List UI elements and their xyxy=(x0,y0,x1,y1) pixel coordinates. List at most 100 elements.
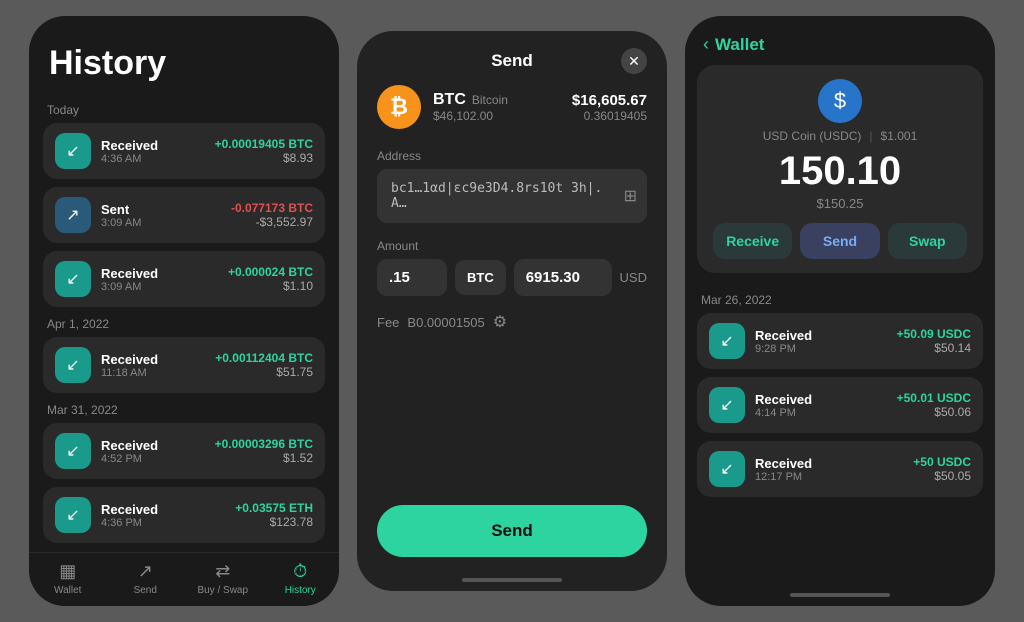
tx-time-5: 4:52 PM xyxy=(101,453,205,465)
send-button[interactable]: Send xyxy=(377,505,647,557)
amount-btc-input[interactable]: .15 xyxy=(377,259,447,296)
tx-type-5: Received xyxy=(101,438,205,453)
wallet-phone: ‹ Wallet $ USD Coin (USDC) | $1.001 150.… xyxy=(685,16,995,606)
nav-history-label: History xyxy=(285,585,316,596)
home-indicator xyxy=(357,569,667,591)
btc-icon: ₿ xyxy=(377,85,421,129)
sent-icon-1: ↗ xyxy=(55,197,91,233)
tx-received-4[interactable]: ↙ Received 4:52 PM +0.00003296 BTC $1.52 xyxy=(43,423,325,479)
tx-fiat-4: $51.75 xyxy=(215,365,313,379)
tx-sent-1[interactable]: ↗ Sent 3:09 AM -0.077173 BTC -$3,552.97 xyxy=(43,187,325,243)
amount-fiat-unit: USD xyxy=(620,270,647,285)
send-button-right[interactable]: Send xyxy=(800,223,879,259)
fee-settings-icon[interactable]: ⚙ xyxy=(493,312,507,332)
wallet-history: Mar 26, 2022 ↙ Received 9:28 PM +50.09 U… xyxy=(685,283,995,584)
send-panel: Send ✕ ₿ BTC Bitcoin $46,102.00 $16,605.… xyxy=(357,31,667,591)
received-icon-2: ↙ xyxy=(55,261,91,297)
send-title: Send xyxy=(491,51,533,71)
nav-send[interactable]: ↗ Send xyxy=(107,561,185,596)
wallet-header-title[interactable]: Wallet xyxy=(715,35,764,55)
send-phone: Send ✕ ₿ BTC Bitcoin $46,102.00 $16,605.… xyxy=(357,31,667,591)
right-home-bar xyxy=(790,593,890,597)
wallet-tx-fiat-2: $50.06 xyxy=(897,405,971,419)
fee-label: Fee xyxy=(377,315,399,330)
tx-type-4: Received xyxy=(101,352,205,367)
received-icon-1: ↙ xyxy=(55,133,91,169)
tx-crypto-5: +0.00003296 BTC xyxy=(215,437,313,451)
tx-time-6: 4:36 PM xyxy=(101,517,225,529)
wallet-tx-time-1: 9:28 PM xyxy=(755,343,887,355)
history-nav-icon: ⏱ xyxy=(293,561,307,582)
section-today: Today xyxy=(47,103,325,117)
usdc-icon: $ xyxy=(818,79,862,123)
send-content: ₿ BTC Bitcoin $46,102.00 $16,605.67 0.36… xyxy=(357,85,667,505)
wallet-tx-type-3: Received xyxy=(755,456,903,471)
tx-fiat-2: -$3,552.97 xyxy=(231,215,313,229)
nav-send-label: Send xyxy=(134,585,157,596)
usdc-received-icon-2: ↙ xyxy=(709,387,745,423)
coin-amount-btc: 0.36019405 xyxy=(572,109,647,123)
send-nav-icon: ↗ xyxy=(138,561,153,582)
tx-time-3: 3:09 AM xyxy=(101,281,218,293)
tx-fiat-1: $8.93 xyxy=(215,151,313,165)
wallet-tx-3[interactable]: ↙ Received 12:17 PM +50 USDC $50.05 xyxy=(697,441,983,497)
tx-received-5[interactable]: ↙ Received 4:36 PM +0.03575 ETH $123.78 xyxy=(43,487,325,543)
back-chevron-icon[interactable]: ‹ xyxy=(703,34,709,55)
wallet-tx-time-2: 4:14 PM xyxy=(755,407,887,419)
tx-time-1: 4:36 AM xyxy=(101,153,205,165)
received-icon-5: ↙ xyxy=(55,497,91,533)
tx-crypto-6: +0.03575 ETH xyxy=(235,501,313,515)
tx-fiat-3: $1.10 xyxy=(228,279,313,293)
tx-crypto-3: +0.000024 BTC xyxy=(228,265,313,279)
coin-price-label: $1.001 xyxy=(881,129,918,143)
wallet-tx-crypto-1: +50.09 USDC xyxy=(897,327,971,341)
wallet-tx-2[interactable]: ↙ Received 4:14 PM +50.01 USDC $50.06 xyxy=(697,377,983,433)
tx-type-2: Sent xyxy=(101,202,221,217)
usdc-balance: 150.10 xyxy=(779,149,901,194)
receive-button[interactable]: Receive xyxy=(713,223,792,259)
address-label: Address xyxy=(377,149,647,163)
right-home-indicator xyxy=(685,584,995,606)
tx-received-1[interactable]: ↙ Received 4:36 AM +0.00019405 BTC $8.93 xyxy=(43,123,325,179)
history-phone: History Today ↙ Received 4:36 AM +0.0001… xyxy=(29,16,339,606)
wallet-tx-crypto-2: +50.01 USDC xyxy=(897,391,971,405)
tx-received-3[interactable]: ↙ Received 11:18 AM +0.00112404 BTC $51.… xyxy=(43,337,325,393)
usdc-received-icon-1: ↙ xyxy=(709,323,745,359)
nav-buyswap[interactable]: ⇄ Buy / Swap xyxy=(184,561,262,596)
amount-label: Amount xyxy=(377,239,647,253)
close-button[interactable]: ✕ xyxy=(621,48,647,74)
history-panel: History Today ↙ Received 4:36 AM +0.0001… xyxy=(29,16,339,606)
wallet-section-label: Mar 26, 2022 xyxy=(701,293,983,307)
home-bar xyxy=(462,578,562,582)
usdc-received-icon-3: ↙ xyxy=(709,451,745,487)
tx-received-2[interactable]: ↙ Received 3:09 AM +0.000024 BTC $1.10 xyxy=(43,251,325,307)
wallet-header: ‹ Wallet xyxy=(685,16,995,65)
address-field[interactable]: bc1…1αd|εc9e3D4.8rs10t 3h|.A… xyxy=(377,169,647,223)
tx-crypto-4: +0.00112404 BTC xyxy=(215,351,313,365)
history-content: Today ↙ Received 4:36 AM +0.00019405 BTC… xyxy=(29,93,339,552)
bottom-nav: ▦ Wallet ↗ Send ⇄ Buy / Swap ⏱ History xyxy=(29,552,339,606)
qr-button[interactable]: ⊞ xyxy=(624,186,637,206)
wallet-tx-type-1: Received xyxy=(755,328,887,343)
wallet-tx-fiat-1: $50.14 xyxy=(897,341,971,355)
coin-name-label: USD Coin (USDC) xyxy=(763,129,862,143)
tx-time-4: 11:18 AM xyxy=(101,367,205,379)
nav-history[interactable]: ⏱ History xyxy=(262,561,340,596)
wallet-tx-type-2: Received xyxy=(755,392,887,407)
nav-wallet-label: Wallet xyxy=(54,585,81,596)
wallet-tx-fiat-3: $50.05 xyxy=(913,469,971,483)
received-icon-3: ↙ xyxy=(55,347,91,383)
coin-row: ₿ BTC Bitcoin $46,102.00 $16,605.67 0.36… xyxy=(377,85,647,129)
fee-value: B0.00001505 xyxy=(407,315,484,330)
wallet-tx-1[interactable]: ↙ Received 9:28 PM +50.09 USDC $50.14 xyxy=(697,313,983,369)
nav-swap-label: Buy / Swap xyxy=(197,585,248,596)
wallet-nav-icon: ▦ xyxy=(59,561,76,582)
usdc-coin-card: $ USD Coin (USDC) | $1.001 150.10 $150.2… xyxy=(697,65,983,273)
section-mar31: Mar 31, 2022 xyxy=(47,403,325,417)
amount-fiat-input[interactable]: 6915.30 xyxy=(514,259,612,296)
coin-symbol: BTC xyxy=(433,91,466,109)
swap-button[interactable]: Swap xyxy=(888,223,967,259)
nav-wallet[interactable]: ▦ Wallet xyxy=(29,561,107,596)
history-title: History xyxy=(49,44,319,83)
coin-price-sub: $46,102.00 xyxy=(433,109,560,123)
